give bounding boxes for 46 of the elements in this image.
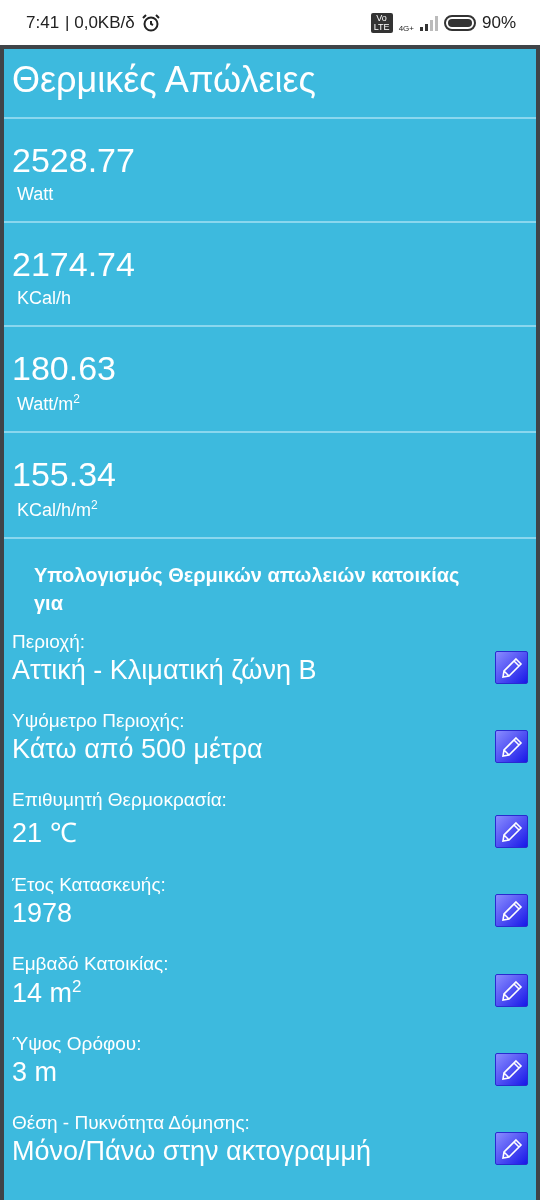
- pencil-icon: [499, 1057, 524, 1082]
- section-heading: Υπολογισμός Θερμικών απωλειών κατοικίας για: [33, 563, 461, 616]
- edit-button[interactable]: [495, 815, 528, 848]
- result-value: 180.63: [12, 349, 116, 388]
- parameter-value: 1978: [12, 898, 73, 929]
- battery-icon: [443, 14, 476, 31]
- pencil-icon: [499, 655, 524, 680]
- parameter-value: Μόνο/Πάνω στην ακτογραμμή: [12, 1136, 372, 1167]
- pencil-icon: [499, 898, 524, 923]
- screen-title: Θερμικές Απώλειες: [4, 49, 536, 119]
- edit-button[interactable]: [495, 974, 528, 1007]
- parameter-value: 21 ℃: [12, 817, 77, 850]
- parameter-label: Επιθυμητή Θερμοκρασία:: [12, 789, 227, 811]
- parameter-label: Περιοχή:: [12, 631, 86, 653]
- parameter-label: Θέση - Πυκνότητα Δόμησης:: [12, 1112, 250, 1134]
- pencil-icon: [499, 1136, 524, 1161]
- parameter-value: 14 m$^{2}$: [12, 977, 82, 1009]
- pencil-icon: [499, 819, 524, 844]
- parameter-label: Υψόμετρο Περιοχής:: [12, 710, 185, 732]
- battery-percent: 90%: [481, 12, 516, 33]
- edit-button[interactable]: [495, 651, 528, 684]
- network-type: 4G+: [398, 24, 414, 33]
- result-unit: Watt/m$^{2}$: [17, 392, 81, 415]
- clock: 7:41: [26, 12, 60, 33]
- parameter-value: Αττική - Κλιματική ζώνη Β: [12, 655, 317, 686]
- parameter-label: Εμβαδό Κατοικίας:: [12, 953, 169, 975]
- result-value: 155.34: [12, 455, 116, 494]
- result-value: 2174.74: [12, 245, 135, 284]
- parameter-value: 3 m: [12, 1057, 57, 1088]
- alarm-icon: [140, 12, 161, 33]
- result-unit: Watt: [17, 184, 54, 205]
- parameter-label: Ύψος Ορόφου:: [12, 1033, 142, 1055]
- volte-indicator: Vo LTE: [370, 12, 393, 33]
- edit-button[interactable]: [495, 894, 528, 927]
- result-unit: KCal/h: [17, 288, 72, 309]
- parameter-label: Έτος Κατασκευής:: [12, 874, 166, 896]
- pencil-icon: [499, 978, 524, 1003]
- edit-button[interactable]: [495, 1132, 528, 1165]
- signal-icon: [419, 14, 438, 31]
- parameter-value: Κάτω από 500 μέτρα: [12, 734, 263, 765]
- result-unit: KCal/h/m$^{2}$: [17, 498, 98, 521]
- network-speed: | 0,0KB/δ: [65, 12, 135, 33]
- result-value: 2528.77: [12, 141, 135, 180]
- pencil-icon: [499, 734, 524, 759]
- edit-button[interactable]: [495, 1053, 528, 1086]
- edit-button[interactable]: [495, 730, 528, 763]
